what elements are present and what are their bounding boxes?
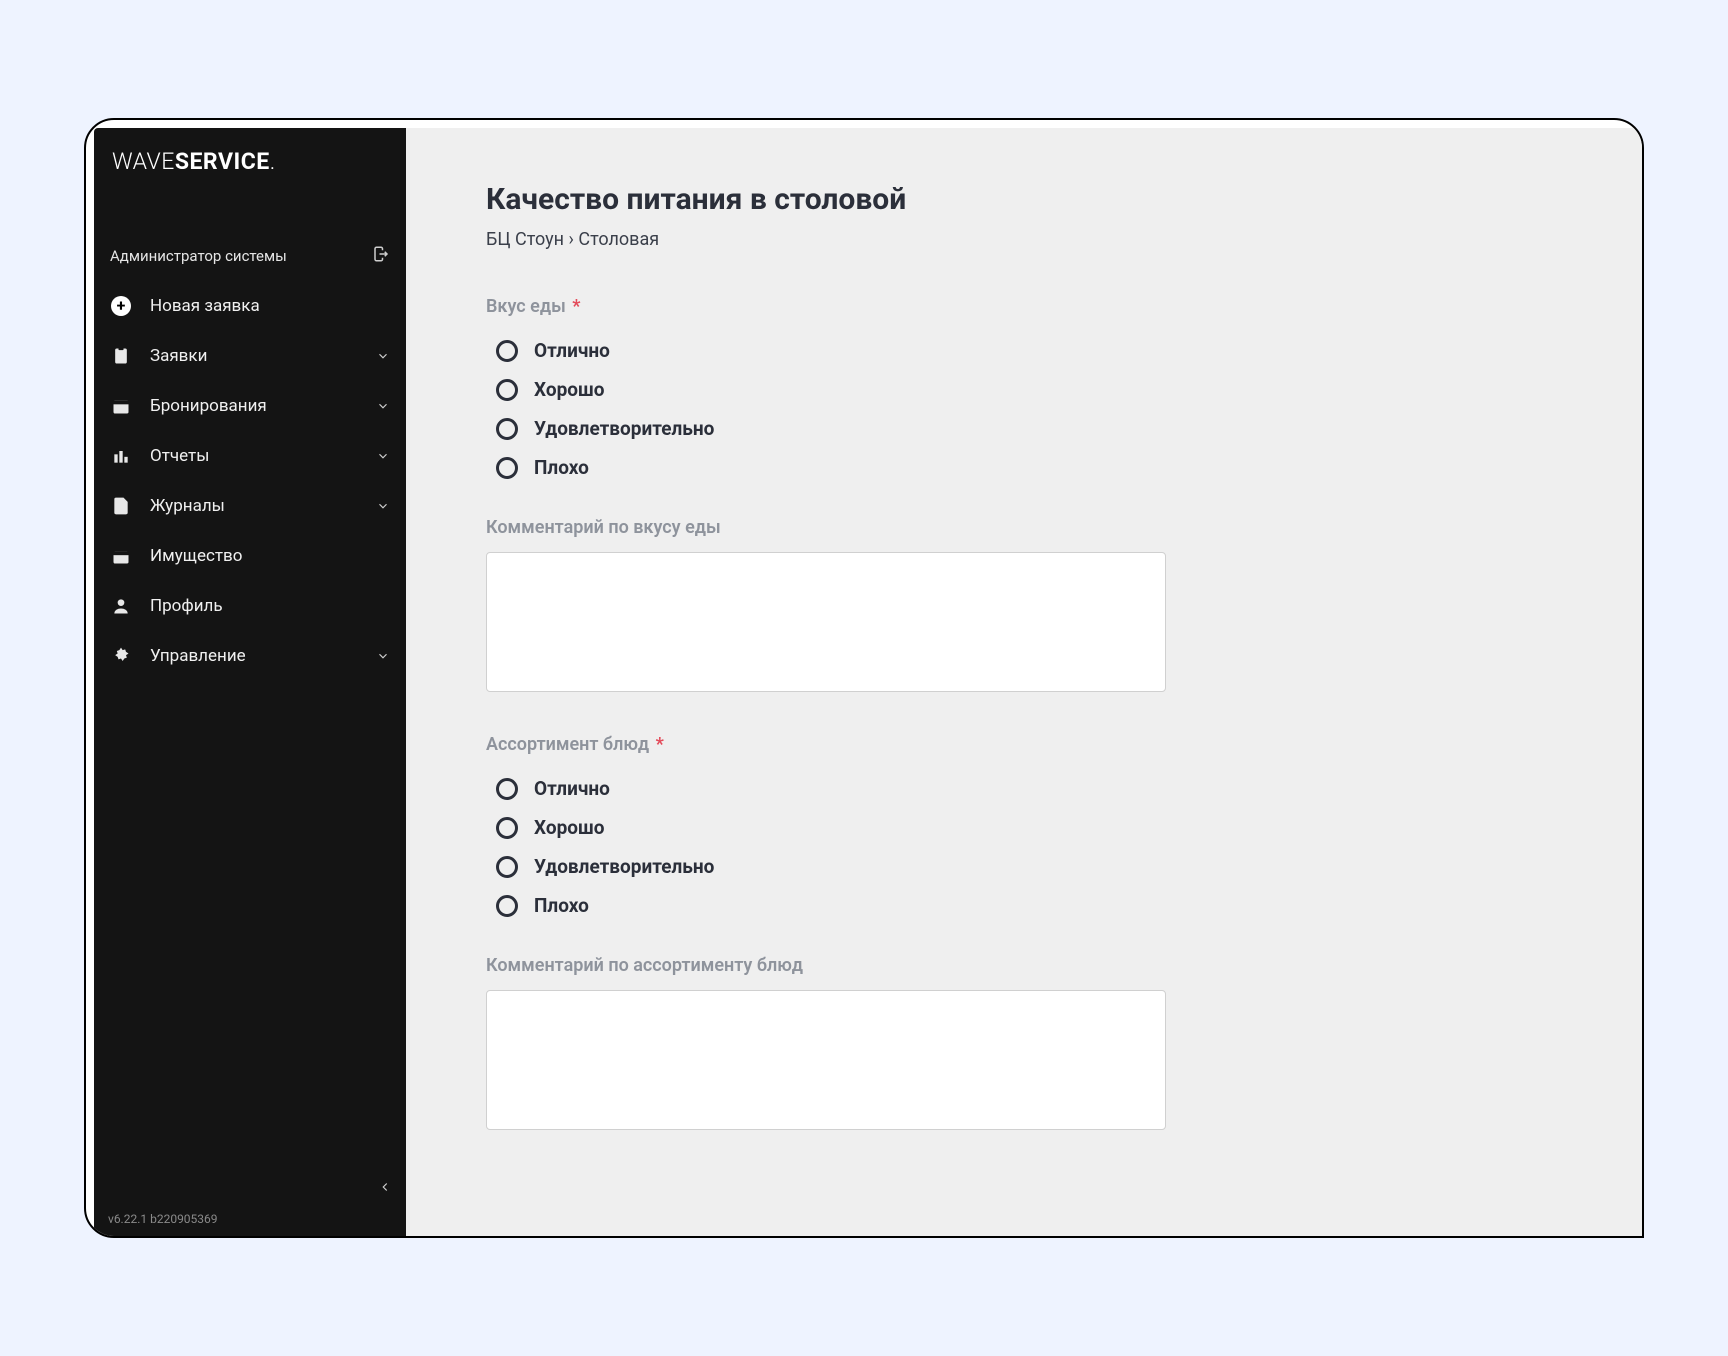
breadcrumb: БЦ Стоун › Столовая	[486, 229, 1582, 250]
q1-radio-group: Отлично Хорошо Удовлетворительно Плохо	[486, 331, 1582, 487]
nav-label: Имущество	[150, 546, 390, 566]
nav-label: Отчеты	[150, 446, 376, 466]
outer-card: WAVESERVICE. Администратор системы + Нов…	[19, 18, 1709, 1338]
q1-comment-input[interactable]	[486, 552, 1166, 692]
version-text: v6.22.1 b220905369	[108, 1212, 218, 1226]
nav: + Новая заявка Заявки Бронирования	[94, 281, 406, 681]
q2-option-0[interactable]: Отлично	[486, 769, 1582, 808]
nav-label: Заявки	[150, 346, 376, 366]
required-mark: *	[568, 296, 581, 317]
q2-option-1[interactable]: Хорошо	[486, 808, 1582, 847]
radio-icon	[496, 379, 518, 401]
app-frame: WAVESERVICE. Администратор системы + Нов…	[84, 118, 1644, 1238]
nav-journals[interactable]: Журналы	[94, 481, 406, 531]
radio-label: Плохо	[534, 456, 589, 479]
person-icon	[110, 595, 132, 617]
chevron-down-icon	[376, 499, 390, 513]
chart-icon	[110, 445, 132, 467]
nav-label: Журналы	[150, 496, 376, 516]
q2-option-2[interactable]: Удовлетворительно	[486, 847, 1582, 886]
radio-label: Плохо	[534, 894, 589, 917]
collapse-sidebar-button[interactable]	[378, 1180, 392, 1194]
nav-profile[interactable]: Профиль	[94, 581, 406, 631]
radio-label: Отлично	[534, 339, 610, 362]
nav-requests[interactable]: Заявки	[94, 331, 406, 381]
chevron-down-icon	[376, 349, 390, 363]
required-mark: *	[651, 734, 664, 755]
radio-label: Удовлетворительно	[534, 417, 714, 440]
logo-bold: SERVICE	[175, 148, 270, 175]
q1-comment-label: Комментарий по вкусу еды	[486, 517, 1582, 538]
q2-label-text: Ассортимент блюд	[486, 734, 649, 755]
q2-label: Ассортимент блюд *	[486, 734, 1582, 755]
nav-reports[interactable]: Отчеты	[94, 431, 406, 481]
radio-icon	[496, 457, 518, 479]
nav-new-request[interactable]: + Новая заявка	[94, 281, 406, 331]
nav-label: Управление	[150, 646, 376, 666]
nav-label: Новая заявка	[150, 296, 390, 316]
logo-light: WAVE	[112, 148, 175, 175]
radio-label: Отлично	[534, 777, 610, 800]
q2-comment-input[interactable]	[486, 990, 1166, 1130]
q2-option-3[interactable]: Плохо	[486, 886, 1582, 925]
clipboard-icon	[110, 345, 132, 367]
calendar-icon	[110, 395, 132, 417]
main-content: Качество питания в столовой БЦ Стоун › С…	[406, 128, 1642, 1236]
chevron-down-icon	[376, 449, 390, 463]
document-icon	[110, 495, 132, 517]
chevron-down-icon	[376, 649, 390, 663]
q1-option-3[interactable]: Плохо	[486, 448, 1582, 487]
q1-option-2[interactable]: Удовлетворительно	[486, 409, 1582, 448]
box-icon	[110, 545, 132, 567]
nav-booking[interactable]: Бронирования	[94, 381, 406, 431]
sidebar: WAVESERVICE. Администратор системы + Нов…	[94, 128, 406, 1236]
radio-label: Удовлетворительно	[534, 855, 714, 878]
logout-icon	[372, 245, 390, 263]
radio-icon	[496, 340, 518, 362]
user-role: Администратор системы	[110, 247, 287, 265]
q1-label: Вкус еды *	[486, 296, 1582, 317]
radio-icon	[496, 778, 518, 800]
radio-icon	[496, 895, 518, 917]
q1-option-1[interactable]: Хорошо	[486, 370, 1582, 409]
nav-assets[interactable]: Имущество	[94, 531, 406, 581]
nav-label: Профиль	[150, 596, 390, 616]
radio-label: Хорошо	[534, 816, 604, 839]
nav-admin[interactable]: Управление	[94, 631, 406, 681]
page-title: Качество питания в столовой	[486, 182, 1582, 217]
radio-icon	[496, 817, 518, 839]
q2-comment-label: Комментарий по ассортименту блюд	[486, 955, 1582, 976]
q1-label-text: Вкус еды	[486, 296, 566, 317]
logout-button[interactable]	[372, 245, 390, 267]
nav-label: Бронирования	[150, 396, 376, 416]
logo: WAVESERVICE.	[94, 128, 406, 235]
q1-option-0[interactable]: Отлично	[486, 331, 1582, 370]
chevron-down-icon	[376, 399, 390, 413]
user-row: Администратор системы	[94, 235, 406, 281]
q2-radio-group: Отлично Хорошо Удовлетворительно Плохо	[486, 769, 1582, 925]
radio-label: Хорошо	[534, 378, 604, 401]
gear-icon	[110, 645, 132, 667]
radio-icon	[496, 856, 518, 878]
logo-dot: .	[270, 148, 276, 175]
radio-icon	[496, 418, 518, 440]
plus-circle-icon: +	[110, 295, 132, 317]
